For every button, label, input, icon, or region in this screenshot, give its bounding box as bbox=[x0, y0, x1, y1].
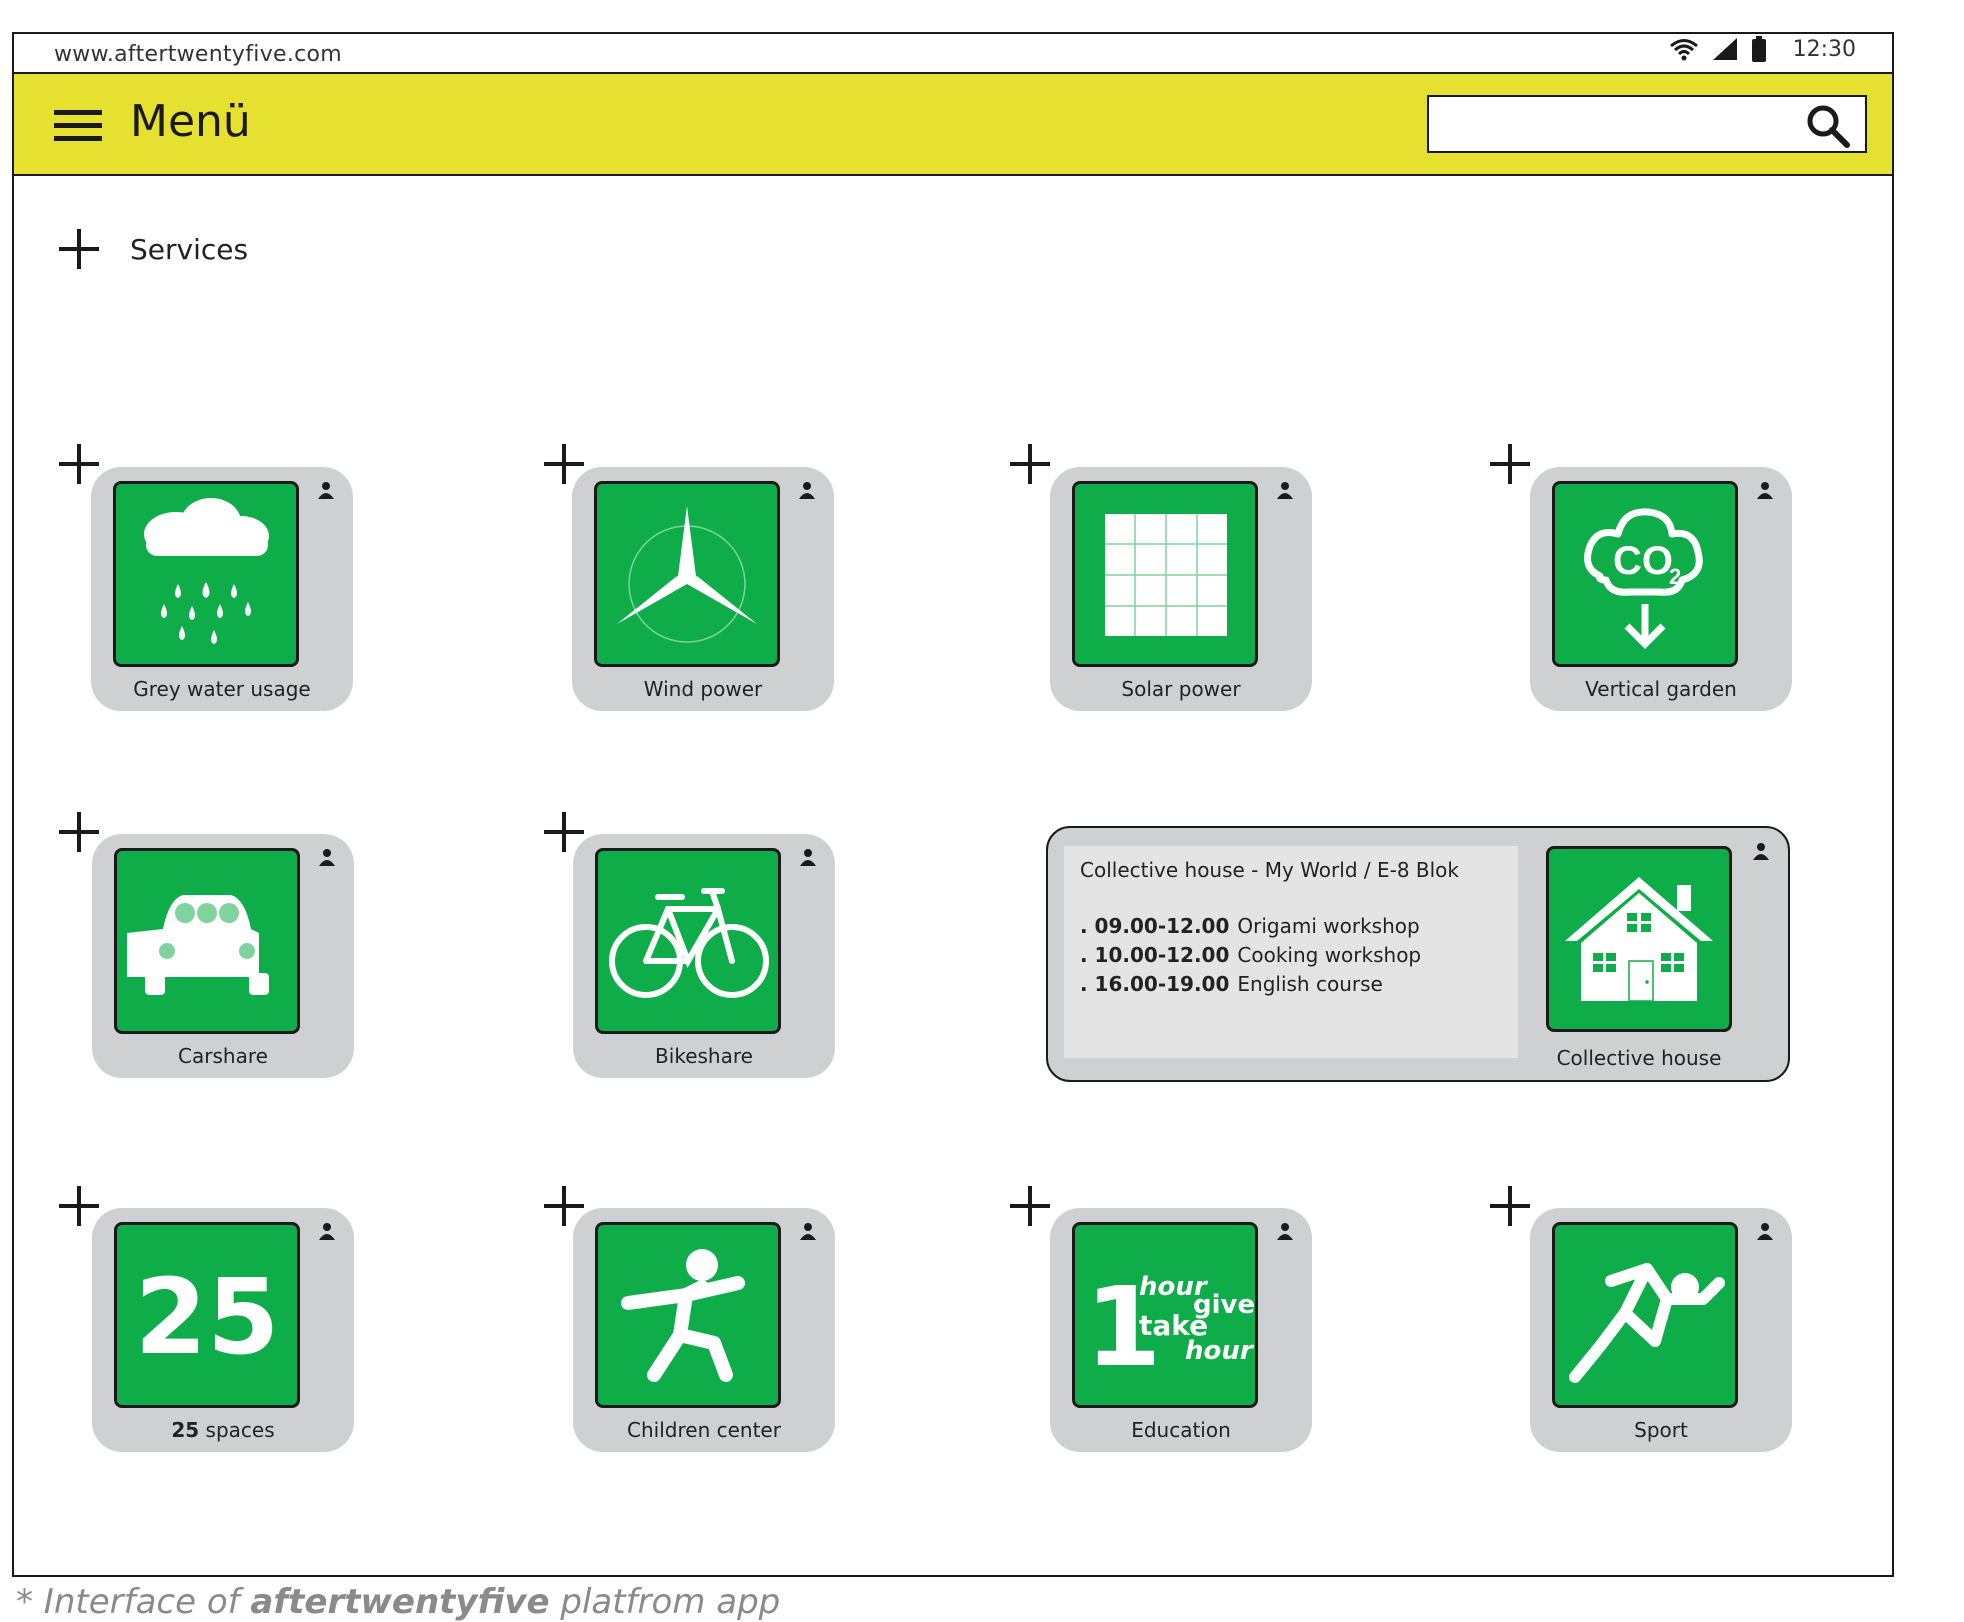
url-text: www.aftertwentyfive.com bbox=[54, 42, 343, 67]
car-icon bbox=[114, 848, 300, 1034]
event-row[interactable]: . 10.00-12.00 Cooking workshop bbox=[1080, 941, 1421, 970]
tile-label: Wind power bbox=[643, 677, 763, 701]
tile-grey-water[interactable]: Grey water usage bbox=[91, 467, 353, 711]
add-plus-icon[interactable] bbox=[1010, 1186, 1050, 1226]
tile-solar-power[interactable]: Solar power bbox=[1050, 467, 1312, 711]
tile-label: Carshare bbox=[178, 1044, 268, 1068]
add-plus-icon[interactable] bbox=[59, 444, 99, 484]
running-child-icon bbox=[595, 1222, 781, 1408]
runner-icon bbox=[1552, 1222, 1738, 1408]
user-icon bbox=[319, 1223, 335, 1240]
user-icon bbox=[800, 1223, 816, 1240]
app-header: Menü bbox=[14, 72, 1892, 176]
search-icon[interactable] bbox=[1803, 101, 1853, 151]
event-row[interactable]: . 09.00-12.00 Origami workshop bbox=[1080, 912, 1421, 941]
add-plus-icon[interactable] bbox=[1010, 444, 1050, 484]
icon-number-text: 25 bbox=[135, 1256, 280, 1378]
add-plus-icon[interactable] bbox=[1490, 444, 1530, 484]
signal-icon bbox=[1712, 38, 1737, 60]
add-plus-icon[interactable] bbox=[59, 1186, 99, 1226]
time-bank-icon: 1 hour give take hour bbox=[1072, 1222, 1258, 1408]
user-icon bbox=[318, 482, 334, 499]
tile-25-spaces[interactable]: 25 25 spaces bbox=[92, 1208, 354, 1452]
tile-children-center[interactable]: Children center bbox=[573, 1208, 835, 1452]
user-icon bbox=[319, 849, 335, 866]
tile-label: Grey water usage bbox=[133, 677, 311, 701]
svg-text:2: 2 bbox=[1669, 564, 1681, 589]
tile-label: Education bbox=[1131, 1418, 1231, 1442]
co2-cloud-icon: CO 2 bbox=[1552, 481, 1738, 667]
user-icon bbox=[1753, 843, 1769, 860]
collective-house-card[interactable]: Collective house - My World / E-8 Blok .… bbox=[1046, 826, 1790, 1082]
bicycle-icon bbox=[595, 848, 781, 1034]
clock-time: 12:30 bbox=[1792, 36, 1856, 62]
battery-icon bbox=[1751, 36, 1766, 62]
user-icon bbox=[1277, 482, 1293, 499]
svg-text:hour: hour bbox=[1185, 1336, 1255, 1366]
tile-label: Collective house bbox=[1556, 1046, 1722, 1070]
panel-title: Collective house - My World / E-8 Blok bbox=[1080, 858, 1460, 882]
tile-label: Children center bbox=[627, 1418, 781, 1442]
tile-vertical-garden[interactable]: CO 2 Vertical garden bbox=[1530, 467, 1792, 711]
tile-wind-power[interactable]: Wind power bbox=[572, 467, 834, 711]
user-icon bbox=[800, 849, 816, 866]
menu-title[interactable]: Menü bbox=[130, 96, 251, 147]
user-icon bbox=[1757, 1223, 1773, 1240]
event-schedule: . 09.00-12.00 Origami workshop . 10.00-12… bbox=[1080, 912, 1421, 999]
tile-label: 25 spaces bbox=[171, 1418, 275, 1442]
grey-water-icon bbox=[113, 481, 299, 667]
tile-carshare[interactable]: Carshare bbox=[92, 834, 354, 1078]
solar-panel-icon bbox=[1072, 481, 1258, 667]
wind-turbine-icon bbox=[594, 481, 780, 667]
tile-label: Vertical garden bbox=[1585, 677, 1737, 701]
expand-services-plus-icon[interactable] bbox=[59, 229, 99, 269]
figure-caption: * Interface of aftertwentyfive platfrom … bbox=[16, 1582, 781, 1622]
collective-house-info-panel: Collective house - My World / E-8 Blok .… bbox=[1064, 846, 1518, 1058]
svg-text:CO: CO bbox=[1613, 539, 1673, 583]
tile-sport[interactable]: Sport bbox=[1530, 1208, 1792, 1452]
event-row[interactable]: . 16.00-19.00 English course bbox=[1080, 970, 1421, 999]
user-icon bbox=[799, 482, 815, 499]
tile-bikeshare[interactable]: Bikeshare bbox=[573, 834, 835, 1078]
wifi-icon bbox=[1669, 39, 1698, 61]
number-25-icon: 25 bbox=[114, 1222, 300, 1408]
services-label: Services bbox=[130, 233, 249, 266]
tile-label: Bikeshare bbox=[655, 1044, 753, 1068]
search-input[interactable] bbox=[1427, 95, 1867, 153]
tile-education[interactable]: 1 hour give take hour Education bbox=[1050, 1208, 1312, 1452]
user-icon bbox=[1757, 482, 1773, 499]
user-icon bbox=[1277, 1223, 1293, 1240]
status-icons: 12:30 bbox=[1669, 36, 1856, 62]
status-bar: www.aftertwentyfive.com 12:30 bbox=[14, 34, 1892, 72]
tile-label: Sport bbox=[1634, 1418, 1688, 1442]
add-plus-icon[interactable] bbox=[1490, 1186, 1530, 1226]
house-icon bbox=[1546, 846, 1732, 1032]
tile-label: Solar power bbox=[1121, 677, 1241, 701]
hamburger-menu-icon[interactable] bbox=[54, 110, 102, 142]
add-plus-icon[interactable] bbox=[59, 812, 99, 852]
